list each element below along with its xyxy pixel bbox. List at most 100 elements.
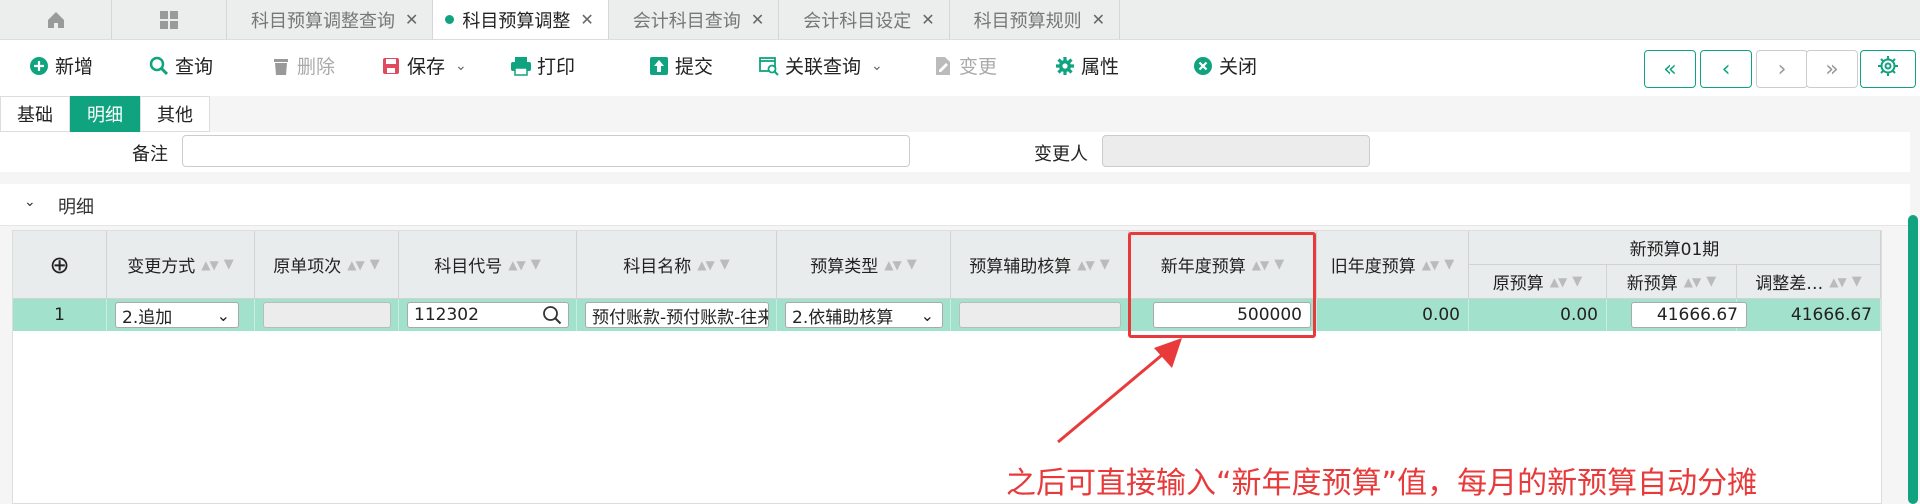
change-button[interactable]: 变更 <box>932 52 997 79</box>
cell-aux <box>951 299 1129 331</box>
col-new-budget[interactable]: 新预算 ▲▼ ▼ <box>1607 265 1737 299</box>
tab-budget-adjust-query[interactable]: 科目预算调整查询 ✕ <box>227 0 434 39</box>
col-old-year-budget[interactable]: 旧年度预算 ▲▼ ▼ <box>1317 231 1469 299</box>
query-label: 查询 <box>175 56 214 78</box>
prev-record-button[interactable]: ‹ <box>1700 50 1752 88</box>
home-icon[interactable] <box>0 0 112 39</box>
properties-button[interactable]: 属性 <box>1054 52 1119 79</box>
filter-icon[interactable]: ▼ <box>1852 274 1862 289</box>
remark-input[interactable] <box>182 135 910 167</box>
tab-label: 科目预算调整查询 <box>251 10 395 32</box>
filter-icon[interactable]: ▼ <box>720 257 730 272</box>
cell-orig-budget: 0.00 <box>1469 299 1607 331</box>
sort-icon[interactable]: ▲▼ <box>697 258 714 272</box>
close-button[interactable]: 关闭 <box>1192 52 1257 79</box>
sort-icon[interactable]: ▲▼ <box>347 258 364 272</box>
query-button[interactable]: 查询 <box>148 52 213 79</box>
close-icon[interactable]: ✕ <box>921 10 934 29</box>
sort-icon[interactable]: ▲▼ <box>1422 258 1439 272</box>
section-title: 明细 <box>58 197 94 218</box>
col-adjust-diff[interactable]: 调整差… ▲▼ ▼ <box>1737 265 1881 299</box>
arrow-icon <box>1057 338 1182 444</box>
form-row: 备注 变更人 <box>0 132 1910 172</box>
close-circle-icon <box>1192 55 1214 77</box>
chevron-down-icon[interactable]: ⌄ <box>871 58 883 74</box>
chevron-down-icon[interactable]: ⌄ <box>24 194 36 210</box>
close-icon[interactable]: ✕ <box>751 10 764 29</box>
filter-icon[interactable]: ▼ <box>1100 257 1110 272</box>
cell-account-name: 预付账款-预付账款-往来 <box>577 299 777 331</box>
tab-account-settings[interactable]: 会计科目设定 ✕ <box>779 0 950 39</box>
printer-icon <box>510 55 532 77</box>
chevron-down-icon[interactable]: ⌄ <box>455 58 467 74</box>
filter-icon[interactable]: ▼ <box>224 257 234 272</box>
col-account-name[interactable]: 科目名称 ▲▼ ▼ <box>577 231 777 299</box>
new-budget-input[interactable]: 41666.67 <box>1631 302 1747 328</box>
detail-section-header[interactable]: ⌄ 明细 <box>0 184 1910 226</box>
add-button[interactable]: 新增 <box>28 52 93 79</box>
double-chevron-right-icon: » <box>1825 56 1839 82</box>
settings-button[interactable] <box>1860 50 1916 88</box>
filter-icon[interactable]: ▼ <box>531 257 541 272</box>
sort-icon[interactable]: ▲▼ <box>884 258 901 272</box>
submit-button[interactable]: 提交 <box>648 52 713 79</box>
filter-icon[interactable]: ▼ <box>370 257 380 272</box>
sort-icon[interactable]: ▲▼ <box>1550 275 1567 289</box>
subtab-detail[interactable]: 明细 <box>70 96 140 132</box>
next-record-button[interactable]: › <box>1756 50 1808 88</box>
tab-budget-adjust[interactable]: 科目预算调整 ✕ <box>433 0 609 39</box>
app-grid-icon[interactable] <box>112 0 227 39</box>
subtab-basic[interactable]: 基础 <box>0 96 70 132</box>
search-icon[interactable] <box>542 305 562 327</box>
cell-orig-seq <box>255 299 399 331</box>
tab-account-query[interactable]: 会计科目查询 ✕ <box>609 0 780 39</box>
table-row[interactable]: 1 2.追加 ⌄ 112302 预付账款-预付账款-往来 2.依辅助核算 ⌄ 5… <box>13 299 1881 331</box>
vertical-scrollbar[interactable] <box>1908 215 1918 504</box>
account-code-input[interactable]: 112302 <box>407 302 569 328</box>
cell-adjust-diff: 41666.67 <box>1737 299 1881 331</box>
change-mode-select[interactable]: 2.追加 ⌄ <box>115 302 239 328</box>
print-button[interactable]: 打印 <box>510 52 575 79</box>
col-change-mode[interactable]: 变更方式 ▲▼ ▼ <box>107 231 255 299</box>
col-label: 科目名称 <box>623 257 692 277</box>
filter-icon[interactable]: ▼ <box>1444 257 1454 272</box>
col-orig-budget[interactable]: 原预算 ▲▼ ▼ <box>1469 265 1607 299</box>
col-account-code[interactable]: 科目代号 ▲▼ ▼ <box>399 231 577 299</box>
filter-icon[interactable]: ▼ <box>1706 274 1716 289</box>
sort-icon[interactable]: ▲▼ <box>1829 275 1846 289</box>
tab-budget-rules[interactable]: 科目预算规则 ✕ <box>950 0 1121 39</box>
sort-icon[interactable]: ▲▼ <box>1684 275 1701 289</box>
filter-icon[interactable]: ▼ <box>1572 274 1582 289</box>
chevron-down-icon: ⌄ <box>920 305 934 325</box>
gear-icon <box>1054 55 1076 77</box>
save-button[interactable]: 保存 ⌄ <box>380 52 467 79</box>
subtab-other[interactable]: 其他 <box>140 96 210 132</box>
cell-account-code: 112302 <box>399 299 577 331</box>
budget-type-select[interactable]: 2.依辅助核算 ⌄ <box>785 302 943 328</box>
cell-new-budget: 41666.67 <box>1607 299 1747 331</box>
delete-button[interactable]: 删除 <box>270 52 335 79</box>
related-query-button[interactable]: 关联查询 ⌄ <box>758 52 883 79</box>
tab-label: 会计科目设定 <box>803 10 912 32</box>
aux-input <box>959 302 1121 328</box>
toolbar: 新增 查询 删除 保存 ⌄ 打印 提交 关联查询 ⌄ 变更 属性 关闭 « ‹ … <box>0 40 1920 96</box>
close-icon[interactable]: ✕ <box>580 10 593 29</box>
col-orig-seq[interactable]: 原单项次 ▲▼ ▼ <box>255 231 399 299</box>
sort-icon[interactable]: ▲▼ <box>201 258 218 272</box>
account-name-input[interactable]: 预付账款-预付账款-往来 <box>585 302 769 328</box>
first-record-button[interactable]: « <box>1644 50 1696 88</box>
close-icon[interactable]: ✕ <box>405 10 418 29</box>
filter-icon[interactable]: ▼ <box>907 257 917 272</box>
col-aux[interactable]: 预算辅助核算 ▲▼ ▼ <box>951 231 1129 299</box>
close-icon[interactable]: ✕ <box>1092 10 1105 29</box>
sort-icon[interactable]: ▲▼ <box>1077 258 1094 272</box>
last-record-button[interactable]: » <box>1806 50 1858 88</box>
col-group-period01: 新预算01期 <box>1469 231 1881 265</box>
col-label: 调整差… <box>1755 274 1824 294</box>
col-group-label: 新预算01期 <box>1629 240 1720 260</box>
sort-icon[interactable]: ▲▼ <box>508 258 525 272</box>
col-label: 预算类型 <box>810 257 879 277</box>
add-row-icon[interactable]: ⊕ <box>13 231 107 299</box>
col-budget-type[interactable]: 预算类型 ▲▼ ▼ <box>777 231 951 299</box>
cell-old-year-budget: 0.00 <box>1317 299 1469 331</box>
